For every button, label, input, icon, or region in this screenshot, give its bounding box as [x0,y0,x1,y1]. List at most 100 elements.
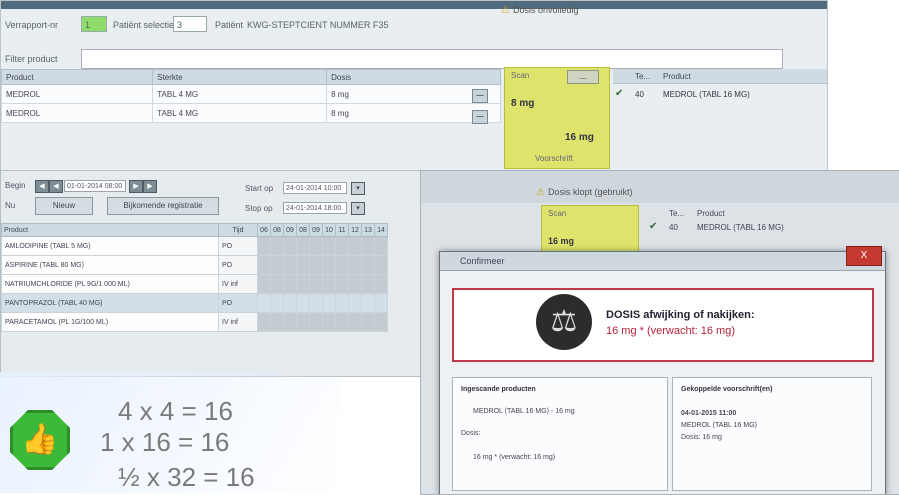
checkmark-icon: ✔ [649,221,658,232]
table-row[interactable]: MEDROL TABL 4 MG 8 mg [1,103,501,123]
schedule-cell[interactable] [270,293,284,313]
schedule-cell[interactable] [374,312,388,332]
extra-registration-button[interactable]: Bijkomende registratie [107,197,219,215]
col-hour: 10 [322,223,336,237]
schedule-cell[interactable] [296,274,310,294]
schedule-cell[interactable] [257,274,271,294]
schedule-cell[interactable] [309,293,323,313]
table-row[interactable]: MEDROL TABL 4 MG 8 mg [1,84,501,104]
schedule-cell[interactable] [374,274,388,294]
col-product[interactable]: Product [1,223,219,237]
schedule-cell[interactable] [361,274,375,294]
schedule-cell[interactable] [374,236,388,256]
schedule-cell[interactable] [309,312,323,332]
first-page-button[interactable]: ◀ [35,180,49,193]
schedule-cell[interactable] [257,255,271,275]
schedule-cell[interactable] [335,312,349,332]
col-qty[interactable]: Te... [669,209,684,218]
schedule-cell[interactable] [361,293,375,313]
schedule-cell[interactable] [270,236,284,256]
schedule-cell[interactable] [296,312,310,332]
schedule-cell[interactable] [283,236,297,256]
last-page-button[interactable]: ▶ [143,180,157,193]
schedule-cell[interactable] [335,293,349,313]
col-time[interactable]: Tijd [218,223,258,237]
schedule-table: Product Tijd 06 08 09 08 09 10 11 12 13 … [1,223,388,332]
prev-page-button[interactable]: ◀ [49,180,63,193]
schedule-cell[interactable] [296,293,310,313]
patient-count-field[interactable]: 3 [173,16,207,32]
schedule-cell[interactable] [270,312,284,332]
table-row[interactable]: ASPIRINE (TABL 80 MG) PO [1,255,388,275]
schedule-cell[interactable] [270,274,284,294]
schedule-cell[interactable] [361,236,375,256]
close-button[interactable]: X [846,246,882,266]
verrapport-field[interactable]: 1 [81,16,107,32]
scan-value: 16 mg [548,236,575,246]
filter-product-input[interactable] [81,49,783,69]
table-row[interactable]: NATRIUMCHLORIDE (PL 9G/1 000 ML) IV inf [1,274,388,294]
schedule-cell[interactable] [361,312,375,332]
schedule-cell[interactable] [257,312,271,332]
schedule-cell[interactable] [348,255,362,275]
cell-strength: TABL 4 MG [152,103,328,123]
product-qty: 40 [635,90,644,99]
row-remove-button[interactable]: — [472,110,488,124]
cell-time: IV inf [218,312,258,332]
dose-warning: ⚠ Dosis klopt (gebruikt) [536,187,633,198]
col-product[interactable]: Product [1,69,154,85]
schedule-cell[interactable] [374,255,388,275]
title-bar [1,1,827,9]
schedule-cell[interactable] [283,274,297,294]
schedule-cell[interactable] [283,293,297,313]
schedule-cell[interactable] [348,312,362,332]
schedule-cell[interactable] [322,255,336,275]
schedule-cell[interactable] [361,255,375,275]
next-page-button[interactable]: ▶ [129,180,143,193]
product-row[interactable]: ✔ 40 MEDROL (TABL 16 MG) [613,85,827,103]
schedule-cell[interactable] [322,293,336,313]
schedule-cell[interactable] [335,274,349,294]
new-button[interactable]: Nieuw [35,197,93,215]
scan-button[interactable]: ... [567,70,599,84]
col-strength[interactable]: Sterkte [152,69,328,85]
schedule-cell[interactable] [283,312,297,332]
table-row[interactable]: PANTOPRAZOL (TABL 40 MG) PO [1,293,388,313]
dose-warning-text: Dosis klopt (gebruikt) [547,187,633,197]
start-date-field[interactable]: 24-01-2014 10:00 [283,182,347,194]
table-row[interactable]: PARACETAMOL (PL 1G/100 ML) IV inf [1,312,388,332]
schedule-cell[interactable] [322,274,336,294]
col-product[interactable]: Product [663,72,691,81]
schedule-cell[interactable] [335,236,349,256]
col-dose[interactable]: Dosis [326,69,501,85]
start-date-picker-button[interactable]: ▾ [351,182,365,195]
schedule-cell[interactable] [309,255,323,275]
row-remove-button[interactable]: — [472,89,488,103]
end-date-field[interactable]: 24-01-2014 18:00 [283,202,347,214]
schedule-cell[interactable] [257,293,271,313]
schedule-cell[interactable] [374,293,388,313]
schedule-cell[interactable] [322,312,336,332]
schedule-cell[interactable] [348,293,362,313]
schedule-cell[interactable] [309,236,323,256]
schedule-cell[interactable] [335,255,349,275]
schedule-cell[interactable] [283,255,297,275]
equation-line: 1 x 16 = 16 [100,427,230,457]
col-qty[interactable]: Te... [635,72,650,81]
schedule-cell[interactable] [257,236,271,256]
table-row[interactable]: AMLODIPINE (TABL 5 MG) PO [1,236,388,256]
begin-date-field[interactable]: 01-01-2014 08:00 [64,180,126,192]
schedule-cell[interactable] [270,255,284,275]
schedule-cell[interactable] [309,274,323,294]
patient-label: Patiënt [215,20,244,30]
col-product[interactable]: Product [697,209,725,218]
schedule-cell[interactable] [348,236,362,256]
schedule-cell[interactable] [296,236,310,256]
close-icon: X [860,250,868,261]
schedule-cell[interactable] [348,274,362,294]
schedule-cell[interactable] [296,255,310,275]
end-date-picker-button[interactable]: ▾ [351,202,365,215]
schedule-cell[interactable] [322,236,336,256]
begin-label: Begin [5,181,26,190]
medication-scan-screen-top: Verrapport-nr 1 Patiënt selectie 3 Patië… [0,0,828,172]
